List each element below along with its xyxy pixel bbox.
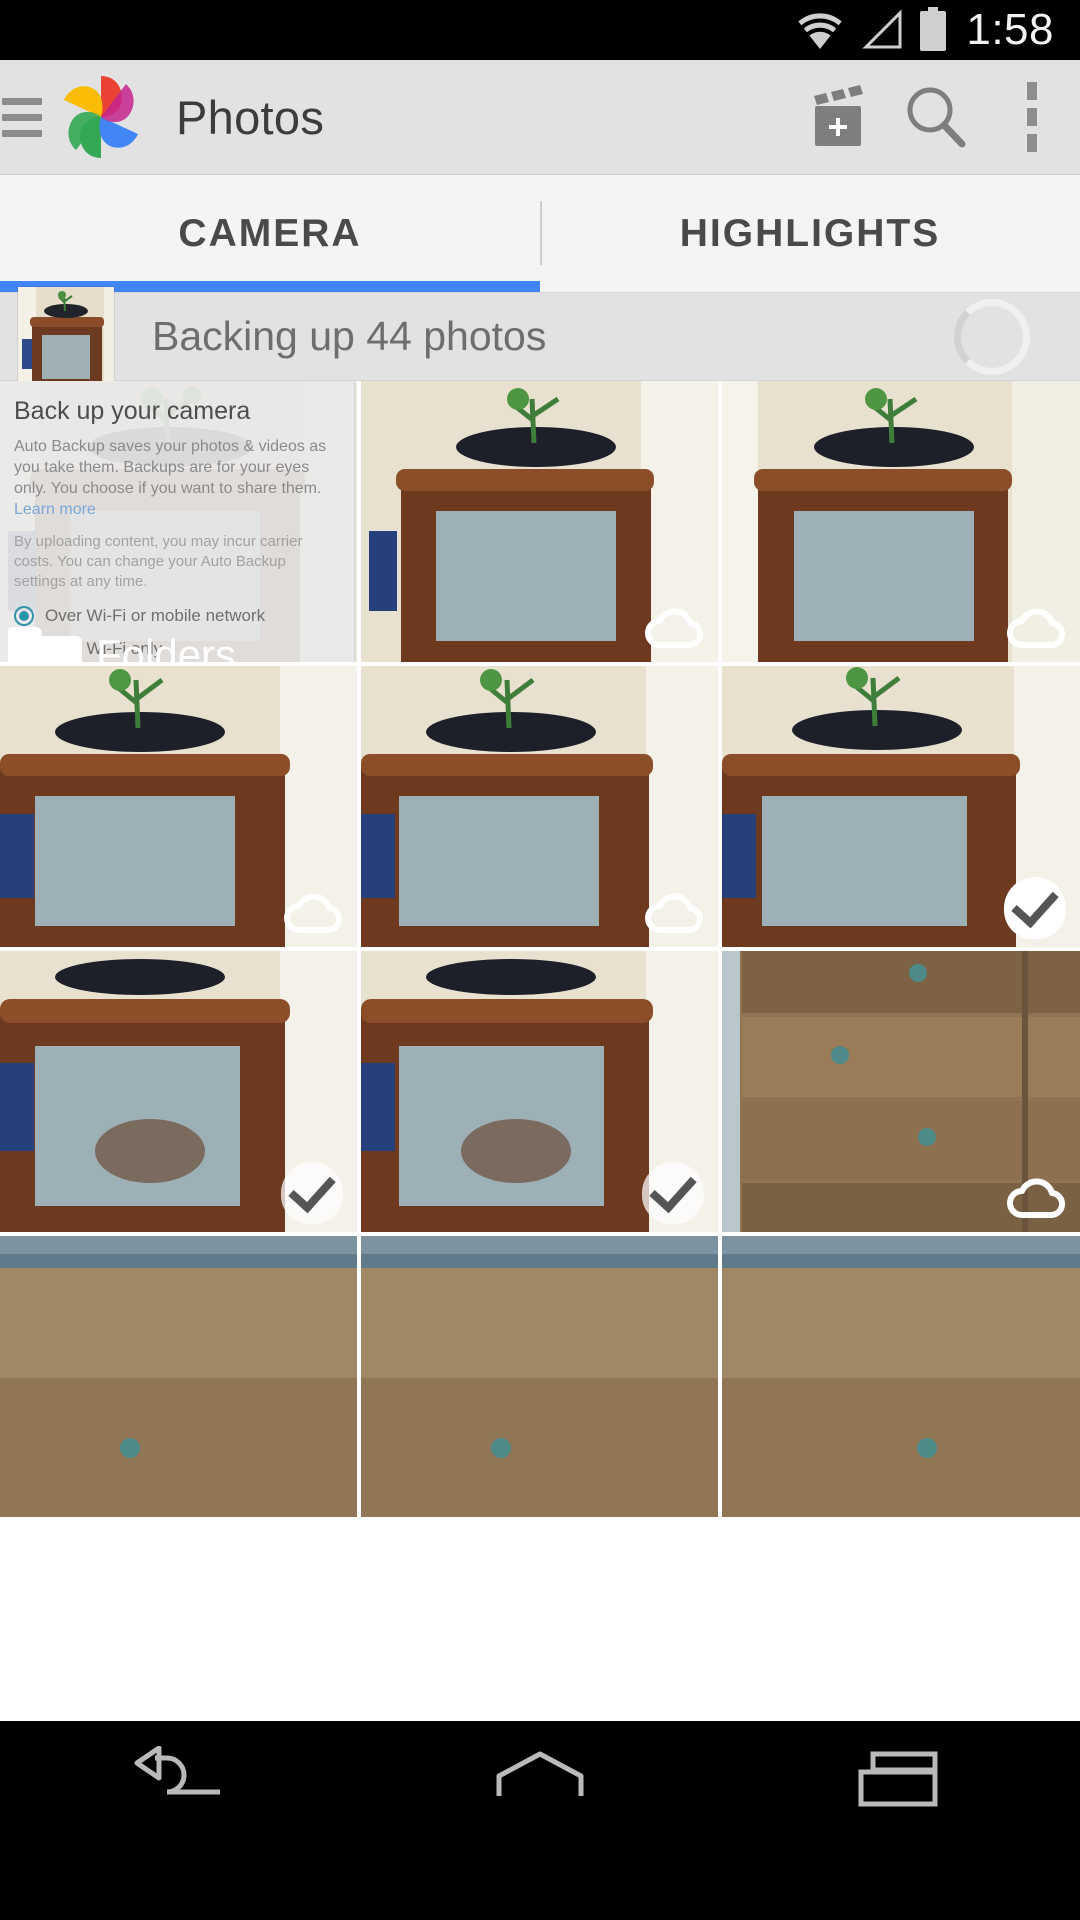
tab-camera[interactable]: CAMERA — [0, 175, 540, 292]
check-icon — [1004, 877, 1066, 939]
grid-row — [0, 951, 1080, 1232]
backup-dialog-body: Auto Backup saves your photos & videos a… — [14, 436, 340, 520]
backup-dialog-title: Back up your camera — [14, 397, 251, 425]
learn-more-link[interactable]: Learn more — [14, 501, 96, 518]
google-photos-logo — [58, 74, 144, 160]
backup-status-bar[interactable]: Backing up 44 photos — [0, 286, 1080, 387]
system-navigation-bar — [0, 1721, 1080, 1841]
folder-icon — [8, 627, 82, 662]
hamburger-line — [2, 113, 42, 121]
status-clock: 1:58 — [966, 5, 1054, 54]
tab-highlights[interactable]: HIGHLIGHTS — [540, 175, 1080, 292]
photo-cell[interactable] — [722, 951, 1080, 1232]
photo-cell[interactable] — [0, 951, 357, 1232]
battery-icon — [918, 7, 948, 53]
hamburger-line — [2, 97, 42, 105]
cloud-icon — [281, 888, 343, 939]
check-badge — [1004, 877, 1066, 939]
recents-icon[interactable] — [810, 1721, 990, 1841]
photo-thumbnail — [0, 1236, 357, 1517]
photo-cell[interactable] — [0, 1236, 357, 1517]
photo-thumbnail — [361, 1236, 718, 1517]
overflow-dot — [1027, 108, 1037, 126]
photo-cell[interactable] — [361, 1236, 718, 1517]
backup-dialog-card[interactable]: Back up your camera Auto Backup saves yo… — [0, 381, 354, 662]
check-icon — [281, 1162, 343, 1224]
tab-camera-label: CAMERA — [178, 211, 362, 255]
overflow-dots — [1027, 82, 1037, 152]
grid-row: Back up your camera Auto Backup saves yo… — [0, 381, 1080, 662]
radio-option-wifi-or-mobile[interactable]: Over Wi-Fi or mobile network — [14, 606, 340, 626]
backup-thumbnail — [18, 286, 114, 387]
overflow-dot — [1027, 134, 1037, 152]
search-icon[interactable] — [888, 60, 984, 175]
hamburger-line — [2, 129, 42, 137]
photo-cell[interactable] — [722, 1236, 1080, 1517]
photo-cell[interactable]: Back up your camera Auto Backup saves yo… — [0, 381, 357, 662]
photo-grid: Back up your camera Auto Backup saves yo… — [0, 381, 1080, 1721]
new-movie-icon[interactable] — [792, 60, 888, 175]
grid-row — [0, 666, 1080, 947]
cloud-icon — [642, 888, 704, 939]
cloud-icon — [642, 603, 704, 654]
backup-status-text: Backing up 44 photos — [152, 313, 547, 359]
action-bar: Photos — [0, 60, 1080, 175]
cell-signal-icon — [860, 9, 904, 51]
radio-selected-icon — [14, 606, 34, 626]
folders-label: Folders — [96, 631, 237, 662]
wifi-icon — [794, 9, 846, 51]
photo-cell[interactable] — [722, 381, 1080, 662]
photo-cell[interactable] — [0, 666, 357, 947]
cloud-icon — [1004, 603, 1066, 654]
hamburger-menu-icon[interactable] — [2, 97, 48, 137]
photo-cell[interactable] — [361, 951, 718, 1232]
folders-overlay[interactable]: Folders — [8, 627, 236, 662]
back-icon[interactable] — [90, 1721, 270, 1841]
tab-bar: CAMERA HIGHLIGHTS — [0, 175, 1080, 293]
progress-spinner-icon — [954, 298, 1030, 375]
photo-cell[interactable] — [361, 381, 718, 662]
grid-row — [0, 1236, 1080, 1517]
photo-cell[interactable] — [722, 666, 1080, 947]
cloud-icon — [1004, 1173, 1066, 1224]
backup-dialog-body-text: Auto Backup saves your photos & videos a… — [14, 438, 327, 497]
page-title: Photos — [176, 90, 325, 144]
check-icon — [642, 1162, 704, 1224]
backup-dialog-body2: By uploading content, you may incur carr… — [14, 533, 303, 590]
status-bar: 1:58 — [0, 0, 1080, 60]
overflow-menu-icon[interactable] — [984, 60, 1080, 175]
tab-highlights-label: HIGHLIGHTS — [679, 211, 941, 255]
photo-cell[interactable] — [361, 666, 718, 947]
radio-option-label: Over Wi-Fi or mobile network — [45, 606, 266, 625]
overflow-dot — [1027, 82, 1037, 100]
check-badge — [642, 1162, 704, 1224]
photo-thumbnail — [722, 1236, 1080, 1517]
check-badge — [281, 1162, 343, 1224]
home-icon[interactable] — [450, 1721, 630, 1841]
